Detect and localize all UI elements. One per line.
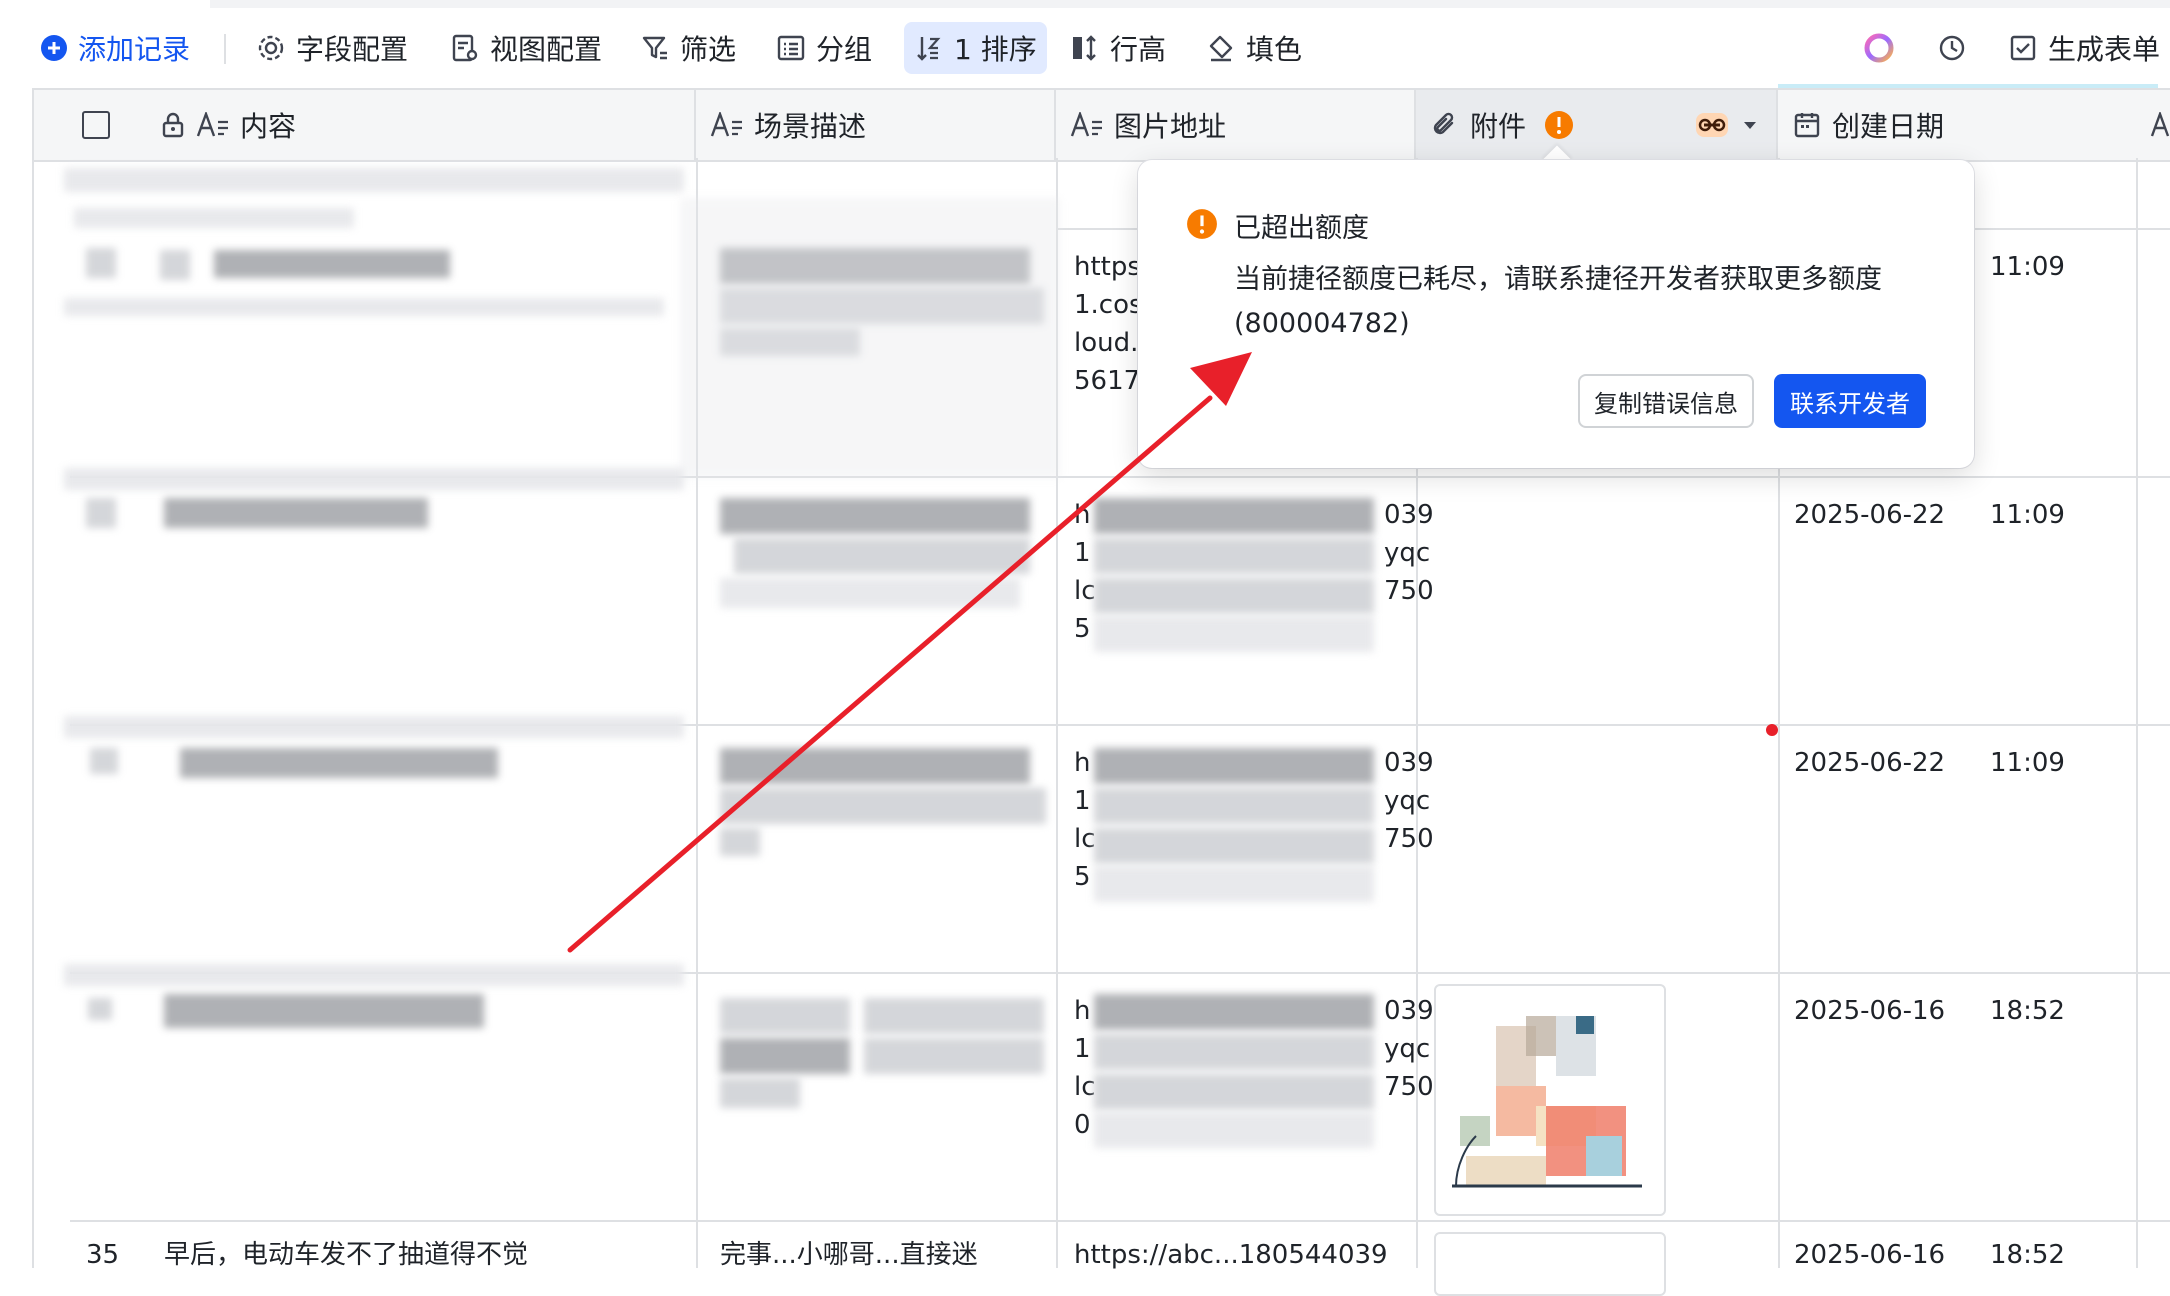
annotation-arrow — [567, 352, 1252, 953]
